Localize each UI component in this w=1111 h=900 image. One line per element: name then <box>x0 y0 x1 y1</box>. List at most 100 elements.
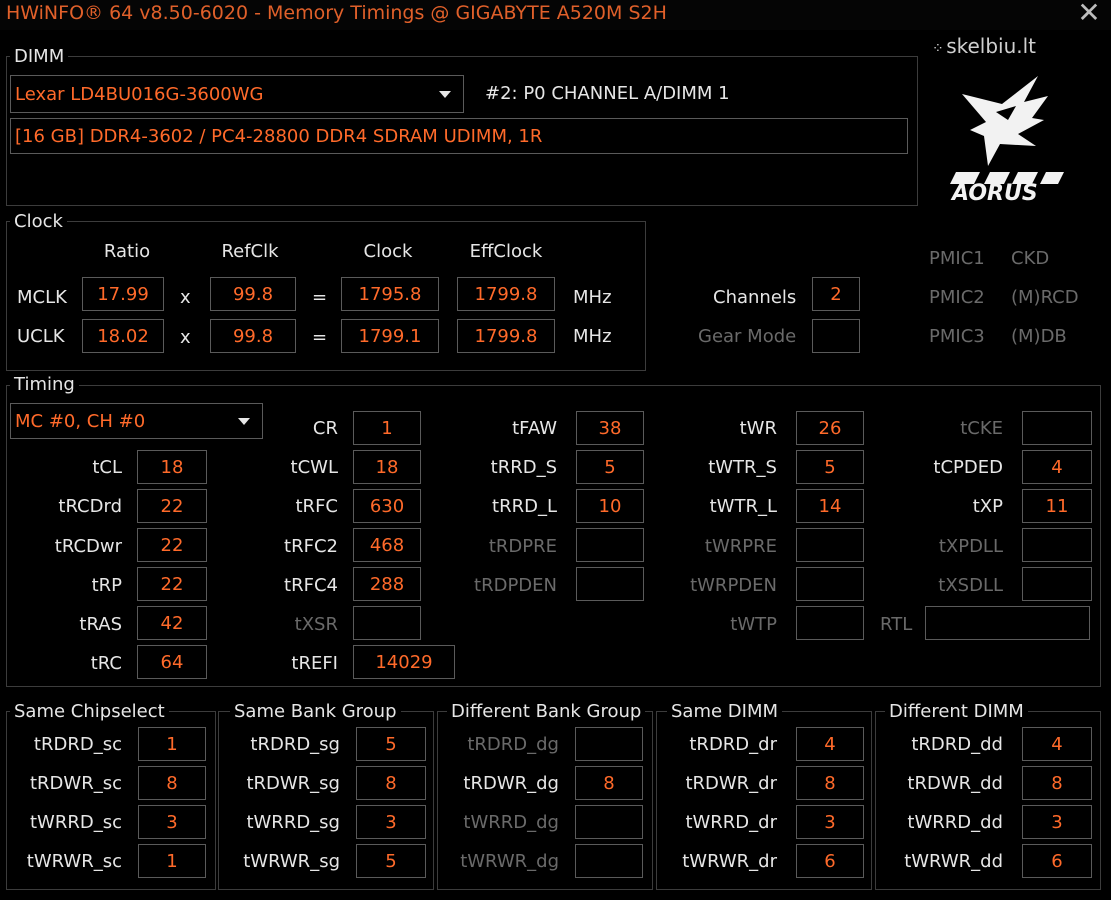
timing-label-tcpded: tCPDED <box>933 457 1003 478</box>
mclk-eq-symbol: = <box>312 287 328 308</box>
timing-value-txpdll <box>1022 528 1092 562</box>
timing-value-tcke <box>1022 411 1092 445</box>
timing-value-twrpden <box>796 567 864 601</box>
sg-value-trdwr: 8 <box>356 766 426 800</box>
timing-label-tras: tRAS <box>79 614 122 635</box>
timing-value-txsdll <box>1022 567 1092 601</box>
dd-value-twrrd: 3 <box>1022 805 1092 839</box>
timing-value-twrpre <box>796 528 864 562</box>
dr-value-twrwr: 6 <box>796 844 864 878</box>
timing-label-tfaw: tFAW <box>512 418 557 439</box>
timing-label-tcwl: tCWL <box>290 457 338 478</box>
timing-label-trcdwr: tRCDwr <box>54 536 122 557</box>
close-icon[interactable]: ✕ <box>1074 0 1104 28</box>
timing-label-trdpre: tRDPRE <box>488 536 557 557</box>
mclk-effclock: 1799.8 <box>457 277 555 311</box>
sg-label-twrwr: tWRWR_sg <box>243 851 340 872</box>
group-different-dimm-legend: Different DIMM <box>885 702 1028 722</box>
sc-label-trdrd: tRDRD_sc <box>33 734 122 755</box>
uclk-eq-symbol: = <box>312 327 328 348</box>
dd-value-twrwr: 6 <box>1022 844 1092 878</box>
sc-value-trdrd: 1 <box>138 727 206 761</box>
controller-select[interactable]: MC #0, CH #0 <box>10 403 263 439</box>
timing-value-txsr <box>353 606 421 640</box>
mclk-label: MCLK <box>17 287 67 308</box>
chevron-down-icon <box>439 91 451 98</box>
timing-value-tcpded: 4 <box>1022 450 1092 484</box>
dr-label-twrrd: tWRRD_dr <box>685 812 777 833</box>
timing-label-twr: tWR <box>739 418 777 439</box>
clock-header-ratio: Ratio <box>103 241 151 262</box>
timing-label-twtr-s: tWTR_S <box>708 457 777 478</box>
uclk-clock: 1799.1 <box>341 319 439 353</box>
dd-label-trdwr: tRDWR_dd <box>907 773 1003 794</box>
timing-value-cr: 1 <box>353 411 421 445</box>
dg-value-trdrd <box>575 727 643 761</box>
timing-label-twtr-l: tWTR_L <box>709 496 777 517</box>
timing-label-txsr: tXSR <box>294 614 338 635</box>
timing-label-tcl: tCL <box>92 457 122 478</box>
timing-legend: Timing <box>10 375 79 395</box>
timing-value-trrd-s: 5 <box>576 450 644 484</box>
timing-value-trdpden <box>576 567 644 601</box>
timing-label-cr: CR <box>312 418 338 439</box>
clock-header-clock: Clock <box>363 241 413 262</box>
timing-label-trfc2: tRFC2 <box>284 536 338 557</box>
dd-label-twrwr: tWRWR_dd <box>904 851 1003 872</box>
timing-value-trdpre <box>576 528 644 562</box>
pmic2-value: (M)RCD <box>1011 287 1079 308</box>
dg-label-twrrd: tWRRD_dg <box>463 812 559 833</box>
dr-label-twrwr: tWRWR_dr <box>682 851 777 872</box>
watermark-dots-icon: ⁘ <box>932 41 947 57</box>
mclk-ratio: 17.99 <box>82 277 164 311</box>
timing-value-trp: 22 <box>137 567 207 601</box>
clock-legend: Clock <box>10 212 67 232</box>
channels-label: Channels <box>713 287 797 308</box>
group-same-chipselect-legend: Same Chipselect <box>10 702 169 722</box>
uclk-label: UCLK <box>17 326 65 347</box>
sg-value-twrwr: 5 <box>356 844 426 878</box>
watermark: ⁘ skelbiu.lt <box>932 34 1037 58</box>
timing-label-trcdrd: tRCDrd <box>58 496 122 517</box>
dg-label-trdwr: tRDWR_dg <box>463 773 559 794</box>
timing-value-trfc: 630 <box>353 489 421 523</box>
uclk-ratio: 18.02 <box>82 319 164 353</box>
timing-label-twtp: tWTP <box>730 614 777 635</box>
timing-label-twrpden: tWRPDEN <box>690 575 777 596</box>
sc-value-twrwr: 1 <box>138 844 206 878</box>
uclk-refclk: 99.8 <box>210 319 296 353</box>
sg-label-trdrd: tRDRD_sg <box>250 734 340 755</box>
dd-value-trdwr: 8 <box>1022 766 1092 800</box>
dr-value-trdrd: 4 <box>796 727 864 761</box>
aorus-logo: AORUS <box>940 66 1070 206</box>
mclk-unit: MHz <box>573 287 612 308</box>
dd-label-twrrd: tWRRD_dd <box>907 812 1003 833</box>
timing-value-tfaw: 38 <box>576 411 644 445</box>
uclk-unit: MHz <box>573 326 612 347</box>
timing-value-twtr-s: 5 <box>796 450 864 484</box>
sg-label-twrrd: tWRRD_sg <box>246 812 340 833</box>
pmic1-label: PMIC1 <box>929 248 985 269</box>
dimm-legend: DIMM <box>10 47 69 67</box>
timing-label-trefi: tREFI <box>291 653 338 674</box>
timing-value-tras: 42 <box>137 606 207 640</box>
controller-select-value: MC #0, CH #0 <box>15 410 146 432</box>
pmic1-value: CKD <box>1011 248 1050 269</box>
timing-label-trc: tRC <box>90 653 122 674</box>
timing-value-trfc2: 468 <box>353 528 421 562</box>
dimm-description: [16 GB] DDR4-3602 / PC4-28800 DDR4 SDRAM… <box>10 118 908 154</box>
sg-label-trdwr: tRDWR_sg <box>246 773 340 794</box>
mclk-clock: 1795.8 <box>341 277 439 311</box>
dimm-slot: #2: P0 CHANNEL A/DIMM 1 <box>485 83 730 104</box>
dd-value-trdrd: 4 <box>1022 727 1092 761</box>
timing-label-twrpre: tWRPRE <box>704 536 777 557</box>
dr-value-trdwr: 8 <box>796 766 864 800</box>
timing-value-tcl: 18 <box>137 450 207 484</box>
timing-value-trefi: 14029 <box>353 645 455 679</box>
sc-label-twrwr: tWRWR_sc <box>26 851 122 872</box>
timing-value-trrd-l: 10 <box>576 489 644 523</box>
dg-value-trdwr: 8 <box>575 766 643 800</box>
sg-value-trdrd: 5 <box>356 727 426 761</box>
timing-value-twtr-l: 14 <box>796 489 864 523</box>
dimm-module-select[interactable]: Lexar LD4BU016G-3600WG <box>10 75 464 113</box>
